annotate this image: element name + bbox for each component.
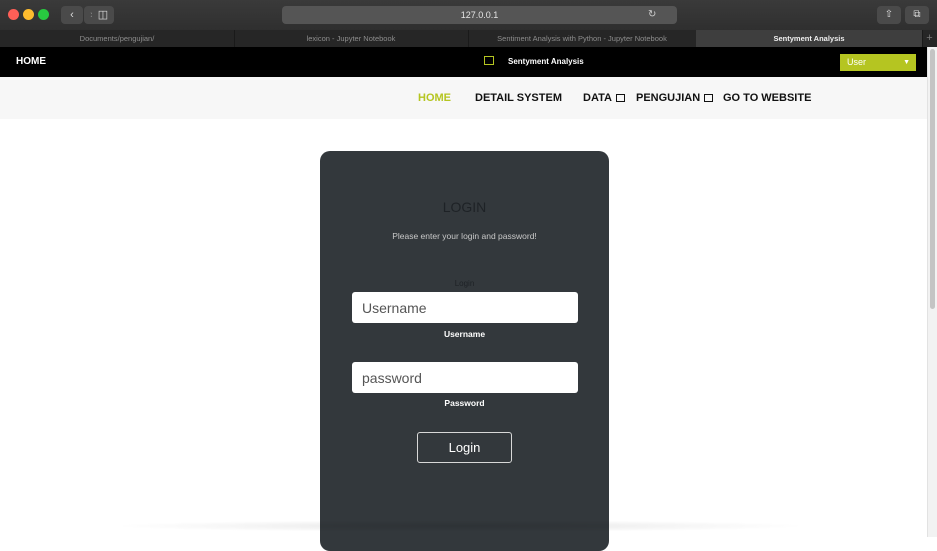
brand[interactable]: Sentyment Analysis <box>484 47 584 77</box>
dropdown-square-icon <box>615 94 625 102</box>
nav-data[interactable]: DATA <box>583 77 625 119</box>
minimize-window-icon[interactable] <box>23 9 34 20</box>
nav-data-label: DATA <box>583 92 612 104</box>
address-bar[interactable]: 127.0.0.1 <box>282 6 677 24</box>
nav-go-to-website[interactable]: GO TO WEBSITE <box>723 77 811 119</box>
login-card: LOGIN Please enter your login and passwo… <box>320 151 609 551</box>
sidebar-toggle-icon[interactable]: ◫ <box>92 6 114 24</box>
dropdown-square-icon <box>704 94 714 102</box>
nav-pengujian-label: PENGUJIAN <box>636 92 701 104</box>
tabs-overview-icon[interactable]: ⧉ <box>905 6 929 24</box>
scrollbar-thumb[interactable] <box>930 49 935 309</box>
nav-home[interactable]: HOME <box>418 77 451 119</box>
login-title: LOGIN <box>442 199 487 215</box>
share-icon[interactable]: ⇧ <box>877 6 901 24</box>
login-subtitle: Please enter your login and password! <box>392 231 537 241</box>
browser-chrome: ‹ › ◫ 127.0.0.1 ↻ ⇧ ⧉ Documents/pengujia… <box>0 0 937 47</box>
password-label: Password <box>444 398 485 408</box>
tab-label: Sentiment Analysis with Python - Jupyter… <box>497 34 667 43</box>
nav-detail-system[interactable]: DETAIL SYSTEM <box>475 77 562 119</box>
tab-sentiment-python[interactable]: Sentiment Analysis with Python - Jupyter… <box>468 30 697 47</box>
brand-name: Sentyment Analysis <box>508 57 584 66</box>
zoom-window-icon[interactable] <box>38 9 49 20</box>
reload-icon[interactable]: ↻ <box>648 6 656 24</box>
tab-label: lexicon - Jupyter Notebook <box>306 34 396 43</box>
username-label: Username <box>443 329 486 339</box>
password-input[interactable] <box>352 362 578 393</box>
site-topbar: HOME Sentyment Analysis User ▼ <box>0 47 927 77</box>
user-dropdown-button[interactable]: User ▼ <box>840 54 916 71</box>
page-scrollbar[interactable] <box>927 47 937 537</box>
back-arrow-icon[interactable]: ‹ <box>61 6 83 24</box>
tab-strip: Documents/pengujian/ lexicon - Jupyter N… <box>0 30 937 47</box>
login-caption: Login <box>454 279 475 288</box>
tab-documents[interactable]: Documents/pengujian/ <box>0 30 235 47</box>
new-tab-button[interactable]: + <box>922 30 937 47</box>
main-navbar: HOME DETAIL SYSTEM DATA PENGUJIAN GO TO … <box>0 77 927 119</box>
nav-pengujian[interactable]: PENGUJIAN <box>636 77 714 119</box>
browser-titlebar: ‹ › ◫ 127.0.0.1 ↻ ⇧ ⧉ <box>0 0 937 30</box>
user-button-label: User <box>847 57 867 67</box>
login-button[interactable]: Login <box>417 432 512 463</box>
close-window-icon[interactable] <box>8 9 19 20</box>
tab-label: Sentyment Analysis <box>773 34 845 43</box>
tab-label: Documents/pengujian/ <box>79 34 155 43</box>
tab-lexicon[interactable]: lexicon - Jupyter Notebook <box>234 30 469 47</box>
footer-shadow <box>110 520 810 532</box>
brand-icon <box>484 56 494 65</box>
tab-sentyment-analysis[interactable]: Sentyment Analysis <box>696 30 923 47</box>
topbar-home-link[interactable]: HOME <box>16 47 46 77</box>
username-input[interactable] <box>352 292 578 323</box>
address-url: 127.0.0.1 <box>460 10 499 20</box>
chevron-down-icon: ▼ <box>903 59 910 66</box>
